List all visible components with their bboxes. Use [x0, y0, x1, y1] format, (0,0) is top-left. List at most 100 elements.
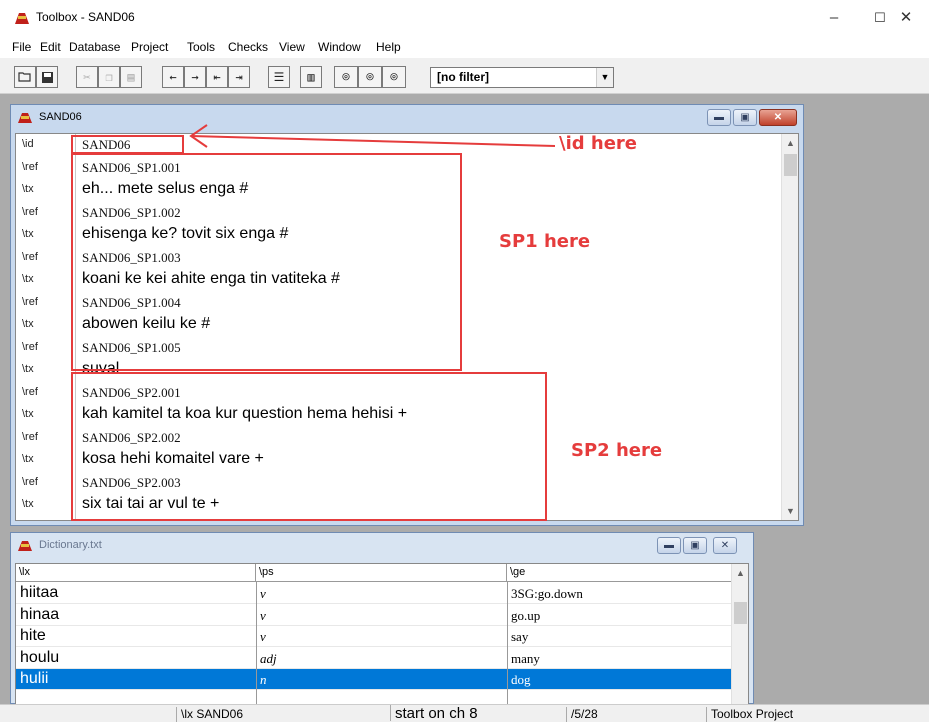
dictionary-cell-ge: many: [511, 650, 540, 666]
filter-select[interactable]: [no filter] ▼: [430, 67, 614, 88]
field-marker: \tx: [22, 228, 34, 240]
dictionary-cell-ps: adj: [260, 650, 277, 666]
dictionary-cell-ps: n: [260, 672, 267, 687]
scroll-down-icon[interactable]: ▼: [782, 506, 798, 516]
field-marker: \ref: [22, 160, 38, 173]
dictionary-scrollbar[interactable]: ▲: [731, 564, 748, 704]
copy-button[interactable]: ❐: [98, 66, 120, 88]
status-cell-record: \lx SAND06: [176, 707, 390, 722]
open-button[interactable]: [14, 66, 36, 88]
find-button[interactable]: ⌾: [334, 66, 358, 88]
field-marker: \ref: [22, 295, 38, 308]
cut-button[interactable]: ✂: [76, 66, 98, 88]
dictionary-row[interactable]: hinaa v go.up: [16, 605, 731, 626]
app-titlebar: Toolbox - SAND06 – ☐ ✕: [0, 0, 929, 36]
menu-checks[interactable]: Checks: [228, 40, 268, 54]
next-record-button[interactable]: →: [184, 66, 206, 88]
list-view-icon: ☰: [273, 70, 285, 84]
annotation-id-box: [71, 135, 184, 154]
minimize-button[interactable]: –: [811, 4, 857, 32]
copy-icon: ❐: [105, 70, 113, 84]
save-button[interactable]: [36, 66, 58, 88]
column-header-lx[interactable]: \lx: [16, 564, 256, 582]
first-record-button[interactable]: ⇤: [206, 66, 228, 88]
record-scrollbar[interactable]: ▲ ▼: [781, 134, 798, 520]
annotation-sp1-box: [71, 153, 462, 371]
field-marker: \ref: [22, 250, 38, 263]
status-cell-project: Toolbox Project: [706, 707, 929, 722]
toolbox-window-icon: [18, 541, 32, 551]
column-header-ge[interactable]: \ge: [507, 564, 733, 582]
menu-help[interactable]: Help: [376, 40, 401, 54]
chevron-down-icon[interactable]: ▼: [596, 68, 613, 87]
record-window-restore-button[interactable]: ▣: [733, 109, 757, 126]
scroll-up-icon[interactable]: ▲: [782, 138, 798, 148]
annotation-sp1-label: SP1 here: [499, 231, 591, 252]
dictionary-cell-ge: 3SG:go.down: [511, 586, 583, 601]
field-marker: \tx: [22, 363, 34, 375]
find-previous-button[interactable]: ⌾: [382, 66, 406, 88]
dictionary-row[interactable]: hiitaa v 3SG:go.down: [16, 583, 731, 604]
dictionary-window-caption: Dictionary.txt ▬ ▣ ✕: [11, 533, 753, 559]
field-marker: \tx: [22, 318, 34, 330]
paste-button[interactable]: ▤: [120, 66, 142, 88]
clipboard-icon: ▤: [127, 70, 135, 84]
binoculars-prev-icon: ⌾: [390, 70, 398, 84]
dictionary-window-title: Dictionary.txt: [39, 539, 102, 551]
dictionary-cell-lx: hite: [20, 627, 46, 644]
dictionary-minimize-button[interactable]: ▬: [657, 537, 681, 554]
menu-database[interactable]: Database: [69, 40, 120, 54]
menu-file[interactable]: File: [12, 40, 31, 54]
dictionary-row[interactable]: hite v say: [16, 626, 731, 647]
binoculars-icon: ⌾: [342, 70, 350, 84]
find-next-button[interactable]: ⌾: [358, 66, 382, 88]
column-divider: [256, 582, 257, 704]
last-record-button[interactable]: ⇥: [228, 66, 250, 88]
menu-view[interactable]: View: [279, 40, 305, 54]
status-cell-position: /5/28: [566, 707, 706, 722]
annotation-sp2-label: SP2 here: [571, 440, 663, 461]
dictionary-cell-ge: say: [511, 629, 529, 644]
status-cell-empty: [0, 707, 176, 722]
dictionary-content[interactable]: \lx \ps \ge hiitaa v 3SG:go.down hinaa v go.u…: [15, 563, 749, 705]
dictionary-cell-lx: houlu: [20, 648, 60, 666]
field-marker: \ref: [22, 205, 38, 218]
menu-project[interactable]: Project: [131, 40, 168, 54]
menu-window[interactable]: Window: [318, 40, 361, 54]
column-divider: [507, 582, 508, 704]
scroll-thumb[interactable]: [784, 154, 797, 176]
scroll-up-icon[interactable]: ▲: [732, 568, 748, 578]
record-window-title: SAND06: [39, 111, 82, 123]
close-button[interactable]: ✕: [883, 4, 929, 32]
columns-view-button[interactable]: ▥: [300, 66, 322, 88]
field-marker: \tx: [22, 273, 34, 285]
annotation-sp2-box: [71, 372, 547, 521]
dictionary-cell-ps: v: [260, 586, 266, 601]
column-header-ps[interactable]: \ps: [256, 564, 507, 582]
previous-record-button[interactable]: ←: [162, 66, 184, 88]
dictionary-row-selected[interactable]: hulii n dog: [16, 669, 731, 690]
menu-edit[interactable]: Edit: [40, 40, 61, 54]
field-marker: \ref: [22, 340, 38, 353]
browse-view-button[interactable]: ☰: [268, 66, 290, 88]
record-window-close-button[interactable]: ✕: [759, 109, 797, 126]
field-marker: \tx: [22, 498, 34, 510]
menu-bar: File Edit Database Project Tools Checks …: [0, 36, 929, 58]
field-marker: \ref: [22, 521, 38, 522]
record-window-minimize-button[interactable]: ▬: [707, 109, 731, 126]
dictionary-cell-ge: dog: [511, 672, 531, 687]
binoculars-next-icon: ⌾: [366, 70, 374, 84]
folder-open-icon: [18, 72, 31, 82]
dictionary-restore-button[interactable]: ▣: [683, 537, 707, 554]
dictionary-close-button[interactable]: ✕: [713, 537, 737, 554]
toolbar: ✂ ❐ ▤ ← → ⇤ ⇥ ☰ ▥ ⌾ ⌾ ⌾ [no filter] ▼: [0, 58, 929, 94]
floppy-disk-icon: [41, 71, 53, 83]
scroll-thumb[interactable]: [734, 602, 747, 624]
app-title: Toolbox - SAND06: [36, 10, 135, 24]
menu-tools[interactable]: Tools: [187, 40, 215, 54]
annotation-id-label: \id here: [559, 133, 638, 154]
arrow-last-icon: ⇥: [235, 70, 243, 84]
dictionary-row[interactable]: houlu adj many: [16, 648, 731, 669]
columns-icon: ▥: [307, 70, 315, 84]
dictionary-cell-lx: hiitaa: [20, 584, 59, 601]
